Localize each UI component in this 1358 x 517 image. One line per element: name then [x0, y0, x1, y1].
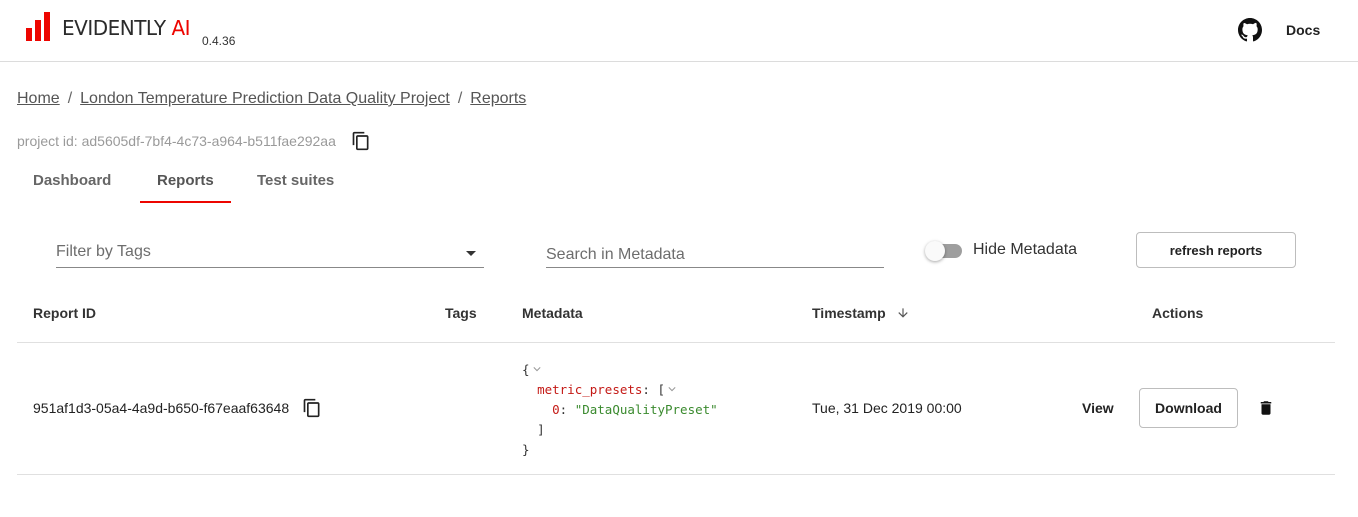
- column-header-report-id: Report ID: [33, 305, 96, 321]
- tab-test-suites[interactable]: Test suites: [257, 172, 334, 189]
- breadcrumb-separator: /: [457, 90, 463, 107]
- report-id-cell: 951af1d3-05a4-4a9d-b650-f67eaaf63648: [33, 400, 290, 416]
- breadcrumb: Home / London Temperature Prediction Data …: [17, 90, 526, 108]
- header-divider: [17, 342, 1335, 343]
- json-key: metric_presets: [537, 382, 643, 397]
- breadcrumb-reports[interactable]: Reports: [470, 90, 526, 107]
- evidently-logo[interactable]: EVIDENTLY AI: [26, 12, 191, 41]
- refresh-reports-button[interactable]: refresh reports: [1136, 232, 1296, 268]
- copy-icon[interactable]: [351, 131, 371, 151]
- trash-icon[interactable]: [1257, 397, 1275, 419]
- timestamp-header-label: Timestamp: [812, 305, 886, 321]
- breadcrumb-home[interactable]: Home: [17, 90, 60, 107]
- logo-bars-icon: [26, 12, 50, 41]
- breadcrumb-separator: /: [67, 90, 73, 107]
- arrow-down-icon[interactable]: [896, 306, 910, 320]
- column-header-actions: Actions: [1152, 305, 1204, 321]
- breadcrumb-project[interactable]: London Temperature Prediction Data Quali…: [80, 90, 450, 107]
- json-open-brace: {: [522, 362, 530, 377]
- json-close-bracket: ]: [537, 422, 545, 437]
- column-header-metadata: Metadata: [522, 305, 583, 321]
- json-string-value: "DataQualityPreset": [574, 402, 718, 417]
- metadata-json-viewer: { metric_presets: [ 0: "DataQualityPrese…: [522, 362, 718, 457]
- json-close-brace: }: [522, 442, 530, 457]
- row-divider: [17, 474, 1335, 475]
- json-open-bracket: [: [657, 382, 666, 397]
- app-header: EVIDENTLY AI 0.4.36 Docs: [0, 0, 1358, 62]
- download-button[interactable]: Download: [1139, 388, 1238, 428]
- collapse-chevron-icon[interactable]: [532, 365, 541, 373]
- tab-dashboard[interactable]: Dashboard: [33, 172, 111, 189]
- collapse-chevron-icon[interactable]: [668, 385, 676, 393]
- copy-icon[interactable]: [302, 398, 322, 418]
- json-index: 0: [552, 402, 560, 417]
- docs-link[interactable]: Docs: [1286, 22, 1320, 38]
- hide-metadata-toggle[interactable]: [925, 240, 962, 261]
- toggle-thumb: [925, 241, 945, 261]
- project-id: project id: ad5605df-7bf4-4c73-a964-b511…: [17, 133, 336, 149]
- filter-by-tags-label: Filter by Tags: [56, 243, 151, 260]
- view-button[interactable]: View: [1082, 400, 1114, 416]
- tab-reports[interactable]: Reports: [157, 172, 214, 189]
- github-icon[interactable]: [1238, 18, 1262, 42]
- version-label: 0.4.36: [202, 34, 236, 48]
- column-header-tags: Tags: [445, 305, 477, 321]
- column-header-timestamp[interactable]: Timestamp: [812, 305, 910, 321]
- search-metadata-input[interactable]: [546, 240, 884, 268]
- logo-text: EVIDENTLY AI: [62, 16, 191, 40]
- timestamp-cell: Tue, 31 Dec 2019 00:00: [812, 400, 962, 416]
- dropdown-arrow-icon: [466, 251, 476, 256]
- filter-by-tags-select[interactable]: Filter by Tags: [56, 240, 484, 268]
- hide-metadata-label: Hide Metadata: [973, 241, 1078, 258]
- active-tab-indicator: [140, 201, 231, 203]
